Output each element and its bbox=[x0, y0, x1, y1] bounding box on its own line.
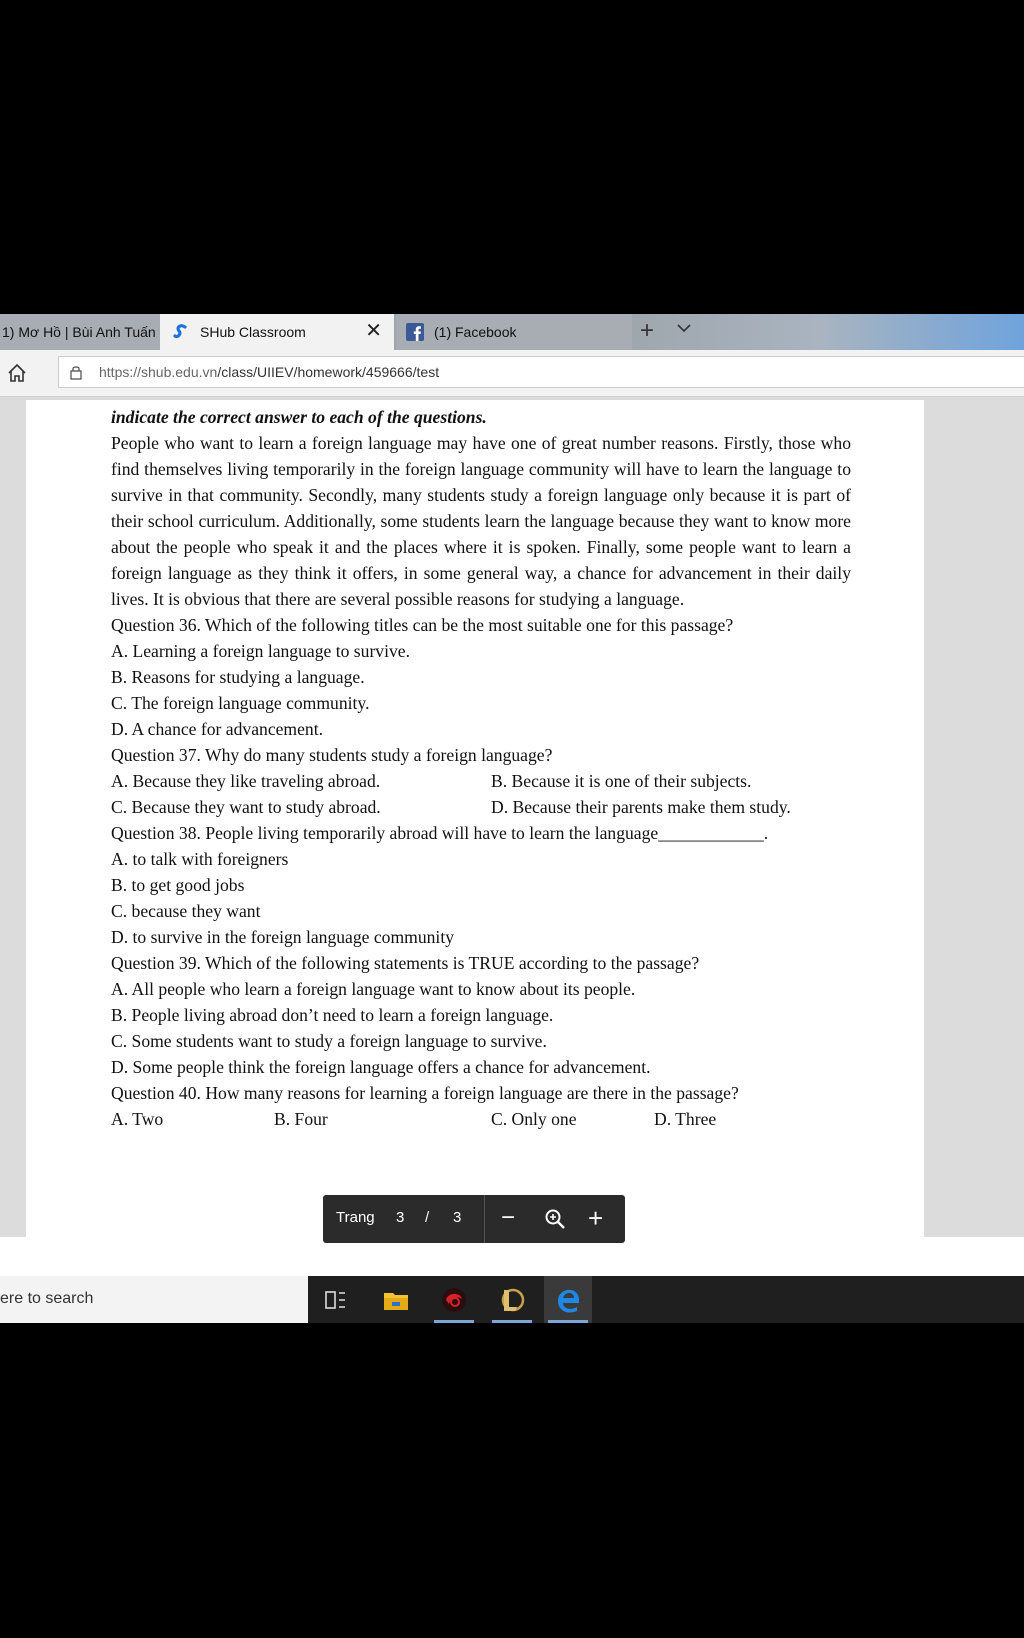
tab-label: SHub Classroom bbox=[200, 324, 306, 340]
question-37: Question 37. Why do many students study … bbox=[111, 745, 553, 765]
search-placeholder: ere to search bbox=[0, 1290, 94, 1307]
option-39-c: C. Some students want to study a foreign… bbox=[111, 1031, 547, 1051]
home-icon[interactable] bbox=[6, 362, 28, 384]
navigation-bar: https://shub.edu.vn/class/UIIEV/homework… bbox=[0, 350, 1024, 397]
option-38-b: B. to get good jobs bbox=[111, 875, 245, 895]
option-37-a: A. Because they like traveling abroad. bbox=[111, 771, 381, 791]
question-39: Question 39. Which of the following stat… bbox=[111, 953, 700, 973]
pdf-viewer: indicate the correct answer to each of t… bbox=[0, 397, 1024, 1237]
option-36-b: B. Reasons for studying a language. bbox=[111, 667, 365, 687]
page-label: Trang bbox=[336, 1209, 375, 1226]
total-pages: 3 bbox=[453, 1209, 462, 1226]
option-39-b: B. People living abroad don’t need to le… bbox=[111, 1005, 554, 1025]
tab-bar: 1) Mơ Hồ | Bùi Anh Tuấn SHub Classroom ✕… bbox=[0, 314, 1024, 350]
option-38-a: A. to talk with foreigners bbox=[111, 849, 289, 869]
zoom-out-button[interactable]: − bbox=[501, 1204, 515, 1232]
tab-label: (1) Facebook bbox=[434, 324, 517, 340]
option-36-c: C. The foreign language community. bbox=[111, 693, 370, 713]
option-36-d: D. A chance for advancement. bbox=[111, 719, 324, 739]
tab-list-chevron-icon[interactable] bbox=[676, 320, 692, 341]
tab-facebook[interactable]: (1) Facebook bbox=[396, 314, 632, 350]
edge-browser-icon[interactable] bbox=[544, 1276, 592, 1323]
option-39-d: D. Some people think the foreign languag… bbox=[111, 1057, 651, 1077]
file-explorer-icon[interactable] bbox=[372, 1276, 420, 1323]
option-40-c: C. Only one bbox=[491, 1109, 577, 1129]
option-38-c: C. because they want bbox=[111, 901, 261, 921]
current-page-input[interactable]: 3 bbox=[396, 1209, 404, 1226]
game-app-icon[interactable] bbox=[430, 1276, 478, 1323]
reading-passage: People who want to learn a foreign langu… bbox=[111, 433, 851, 609]
tab-shub-classroom[interactable]: SHub Classroom ✕ bbox=[160, 314, 394, 350]
option-40-a: A. Two bbox=[111, 1109, 164, 1129]
instruction-text: indicate the correct answer to each of t… bbox=[111, 407, 487, 427]
question-36: Question 36. Which of the following titl… bbox=[111, 615, 734, 635]
question-38: Question 38. People living temporarily a… bbox=[111, 823, 769, 843]
address-bar[interactable]: https://shub.edu.vn/class/UIIEV/homework… bbox=[58, 356, 1024, 388]
document-content: indicate the correct answer to each of t… bbox=[111, 404, 851, 1132]
new-tab-button[interactable]: + bbox=[640, 318, 654, 344]
option-40-d: D. Three bbox=[654, 1109, 717, 1129]
taskbar: ere to search bbox=[0, 1276, 1024, 1323]
league-client-icon[interactable] bbox=[488, 1276, 536, 1323]
lock-icon bbox=[69, 364, 83, 380]
option-39-a: A. All people who learn a foreign langua… bbox=[111, 979, 636, 999]
option-36-a: A. Learning a foreign language to surviv… bbox=[111, 641, 410, 661]
facebook-icon bbox=[406, 323, 424, 341]
tab-label: 1) Mơ Hồ | Bùi Anh Tuấn bbox=[2, 324, 156, 340]
close-tab-icon[interactable]: ✕ bbox=[365, 321, 382, 341]
question-40: Question 40. How many reasons for learni… bbox=[111, 1083, 739, 1103]
options-37-row2: C. Because they want to study abroad. D.… bbox=[111, 794, 851, 820]
option-40-b: B. Four bbox=[274, 1109, 328, 1129]
option-37-b: B. Because it is one of their subjects. bbox=[491, 771, 752, 791]
pdf-page-toolbar: Trang 3 / 3 − + bbox=[323, 1195, 625, 1243]
zoom-in-button[interactable]: + bbox=[588, 1203, 603, 1234]
task-view-icon[interactable] bbox=[312, 1276, 360, 1323]
toolbar-divider bbox=[484, 1195, 485, 1243]
shub-logo-icon bbox=[172, 323, 190, 341]
taskbar-search-box[interactable]: ere to search bbox=[0, 1276, 308, 1323]
options-40-row: A. Two B. Four C. Only one D. Three bbox=[111, 1106, 851, 1132]
option-37-c: C. Because they want to study abroad. bbox=[111, 797, 381, 817]
tab-music[interactable]: 1) Mơ Hồ | Bùi Anh Tuấn bbox=[0, 314, 161, 350]
options-37-row1: A. Because they like traveling abroad. B… bbox=[111, 768, 851, 794]
pdf-page: indicate the correct answer to each of t… bbox=[26, 400, 924, 1237]
option-38-d: D. to survive in the foreign language co… bbox=[111, 927, 455, 947]
page-separator: / bbox=[425, 1209, 430, 1226]
option-37-d: D. Because their parents make them study… bbox=[491, 797, 791, 817]
url-text: https://shub.edu.vn/class/UIIEV/homework… bbox=[99, 364, 440, 380]
zoom-icon[interactable] bbox=[544, 1208, 566, 1235]
browser-window: 1) Mơ Hồ | Bùi Anh Tuấn SHub Classroom ✕… bbox=[0, 314, 1024, 1323]
